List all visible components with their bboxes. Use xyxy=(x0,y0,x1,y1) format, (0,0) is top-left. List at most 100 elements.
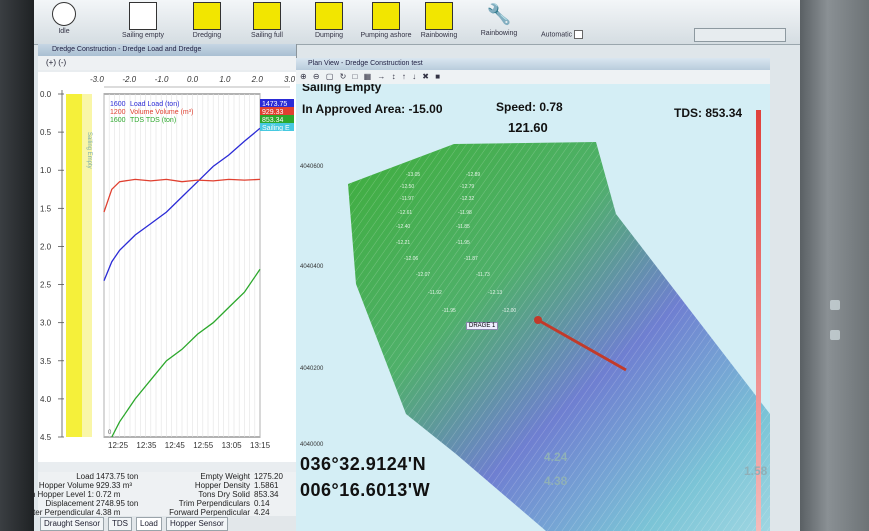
load-chart: Sailing Empty 0.0 0.5 1.0 1.5 2.0 2.5 3.0 3.5 4.0… xyxy=(38,72,296,462)
idle-button[interactable]: Idle xyxy=(44,2,84,42)
stat-right-value: 1275.20 xyxy=(254,472,283,481)
drage-label: DRAGE 1 xyxy=(466,322,499,330)
wrench-icon: 🔧 xyxy=(486,4,512,26)
dredging-button[interactable]: Dredging xyxy=(184,2,230,42)
dredge-position-marker xyxy=(534,316,542,324)
rainbowing-button[interactable]: Rainbowing xyxy=(414,2,464,42)
northing-label: 4040200 xyxy=(300,366,324,372)
legend-badge-value: 853.34 xyxy=(262,117,284,124)
sounding-label: -12.79 xyxy=(460,184,475,190)
sailing-empty-band-label: Sailing Empty xyxy=(86,132,92,169)
stat-left-label: Load xyxy=(76,472,94,481)
tab-tds[interactable]: TDS xyxy=(108,517,132,531)
bezel-button xyxy=(830,330,840,340)
zoom-controls[interactable]: (+) (-) xyxy=(38,56,296,70)
stat-row: Load 1473.75 ton Empty Weight 1275.20 xyxy=(40,472,294,481)
stat-left-value: 2748.95 ton xyxy=(96,499,139,508)
legend-entry: Load Load (ton) xyxy=(130,101,179,108)
stat-right-value: 1.5861 xyxy=(254,481,279,490)
sounding-label: -12.21 xyxy=(396,240,411,246)
sounding-label: -12.13 xyxy=(488,290,503,296)
rainbowing-2-label: Rainbowing xyxy=(480,30,518,37)
stat-row: Hopper Volume 929.33 m³ Hopper Density 1… xyxy=(38,481,294,490)
longitude-readout: 006°16.6013'W xyxy=(300,480,431,500)
sounding-label: -12.06 xyxy=(404,256,419,262)
rainbowing-2-button[interactable]: 🔧 Rainbowing xyxy=(474,2,524,42)
x-tick-label: 12:25 xyxy=(108,441,129,450)
speed-readout: Speed: 0.78 xyxy=(496,100,563,114)
stat-right-label: Empty Weight xyxy=(200,472,250,481)
approved-area-value: -15.00 xyxy=(408,102,443,116)
stat-left-value: 1473.75 ton xyxy=(96,472,139,481)
window-controls[interactable] xyxy=(694,28,786,42)
sailing-empty-button[interactable]: Sailing empty xyxy=(120,2,166,42)
tds-value: 853.34 xyxy=(705,106,743,120)
sensor-tabs: Draught Sensor TDS Load Hopper Sensor xyxy=(38,516,296,531)
y-tick-label: 4.5 xyxy=(40,433,52,442)
stat-right-label: Tons Dry Solid xyxy=(198,490,250,499)
dumping-button[interactable]: Dumping xyxy=(306,2,352,42)
dredge-load-window-title: Dredge Construction - Dredge Load and Dr… xyxy=(38,44,296,56)
sounding-label: -12.61 xyxy=(398,210,413,216)
tds-readout: TDS: 853.34 xyxy=(674,106,742,120)
approved-area-readout: In Approved Area: -15.00 xyxy=(302,102,443,116)
speed-value: 0.78 xyxy=(539,100,563,114)
sounding-label: -12.50 xyxy=(400,184,415,190)
monitor-bezel-right xyxy=(800,0,869,531)
rainbowing-label: Rainbowing xyxy=(420,32,458,39)
stat-right-value: 0.14 xyxy=(254,499,270,508)
latitude-readout: 036°32.9124'N xyxy=(300,454,427,474)
plan-view-map[interactable]: 4040600 4040400 4040200 4040000 -13.05 -1… xyxy=(296,84,770,531)
sounding-label: -12.00 xyxy=(502,308,517,314)
screen: Idle Sailing empty Dredging Sailing full… xyxy=(34,0,800,531)
legend-max: 1600 xyxy=(110,117,126,124)
sailing-empty-band xyxy=(66,94,82,437)
top-tick-label: -2.0 xyxy=(122,75,136,84)
hopper-full-icon xyxy=(253,2,281,30)
plan-view-toolbar[interactable]: ⊕ ⊖ ▢ ↻ □ ▦ → ↕ ↑ ↓ ✖ ■ xyxy=(296,70,770,84)
status-text: Sailing Empty xyxy=(302,84,382,94)
tab-hopper-sensor[interactable]: Hopper Sensor xyxy=(166,517,228,531)
sounding-label: -11.87 xyxy=(464,256,478,262)
automatic-checkbox[interactable]: Automatic xyxy=(541,30,584,39)
stat-right-label: Hopper Density xyxy=(194,481,250,490)
checkbox-box xyxy=(574,30,584,39)
sounding-label: -12.07 xyxy=(416,272,431,278)
sounding-label: -11.73 xyxy=(476,272,490,278)
circle-icon xyxy=(52,2,76,26)
idle-label: Idle xyxy=(58,28,70,35)
bezel-button xyxy=(830,300,840,310)
x-tick-label: 13:15 xyxy=(250,441,271,450)
sounding-label: -11.97 xyxy=(400,196,414,202)
pumping-icon xyxy=(372,2,400,30)
y-tick-label: 2.0 xyxy=(40,242,52,251)
stat-left-label: Hopper Volume xyxy=(38,481,94,490)
legend-entry: Volume Volume (m³) xyxy=(130,109,193,116)
hopper-stats-panel: Load 1473.75 ton Empty Weight 1275.20 Ho… xyxy=(34,472,296,517)
tds-label: TDS: xyxy=(674,106,702,120)
sounding-label: -11.95 xyxy=(456,240,470,246)
x-tick-label: 12:55 xyxy=(193,441,214,450)
dredging-label: Dredging xyxy=(192,32,222,39)
tab-draught-sensor[interactable]: Draught Sensor xyxy=(40,517,105,531)
x-tick-label: 12:45 xyxy=(165,441,186,450)
y-tick-label: 2.5 xyxy=(40,281,52,290)
dredging-icon xyxy=(193,2,221,30)
tab-load[interactable]: Load xyxy=(136,517,162,531)
legend-entry: TDS TDS (ton) xyxy=(130,117,176,124)
y-tick-label: 1.0 xyxy=(40,166,52,175)
plan-view-title: Plan View - Dredge Construction test xyxy=(296,58,770,70)
plan-view-window: Plan View - Dredge Construction test ⊕ ⊖… xyxy=(296,58,770,531)
legend-badge-value: 1473.75 xyxy=(262,101,287,108)
legend-max: 1600 xyxy=(110,101,126,108)
pumping-ashore-button[interactable]: Pumping ashore xyxy=(360,2,412,42)
y-tick-label: 3.5 xyxy=(40,357,52,366)
legend-badge-value: Sailing E xyxy=(262,125,290,132)
stat-left-value: 929.33 m³ xyxy=(96,481,133,490)
sailing-full-button[interactable]: Sailing full xyxy=(244,2,290,42)
speed-label: Speed: xyxy=(496,100,537,114)
sounding-label: -11.92 xyxy=(428,290,442,296)
heading-value: 121.60 xyxy=(508,120,548,135)
monitor-bezel-left xyxy=(0,0,34,531)
stat-right-value: 853.34 xyxy=(254,490,279,499)
